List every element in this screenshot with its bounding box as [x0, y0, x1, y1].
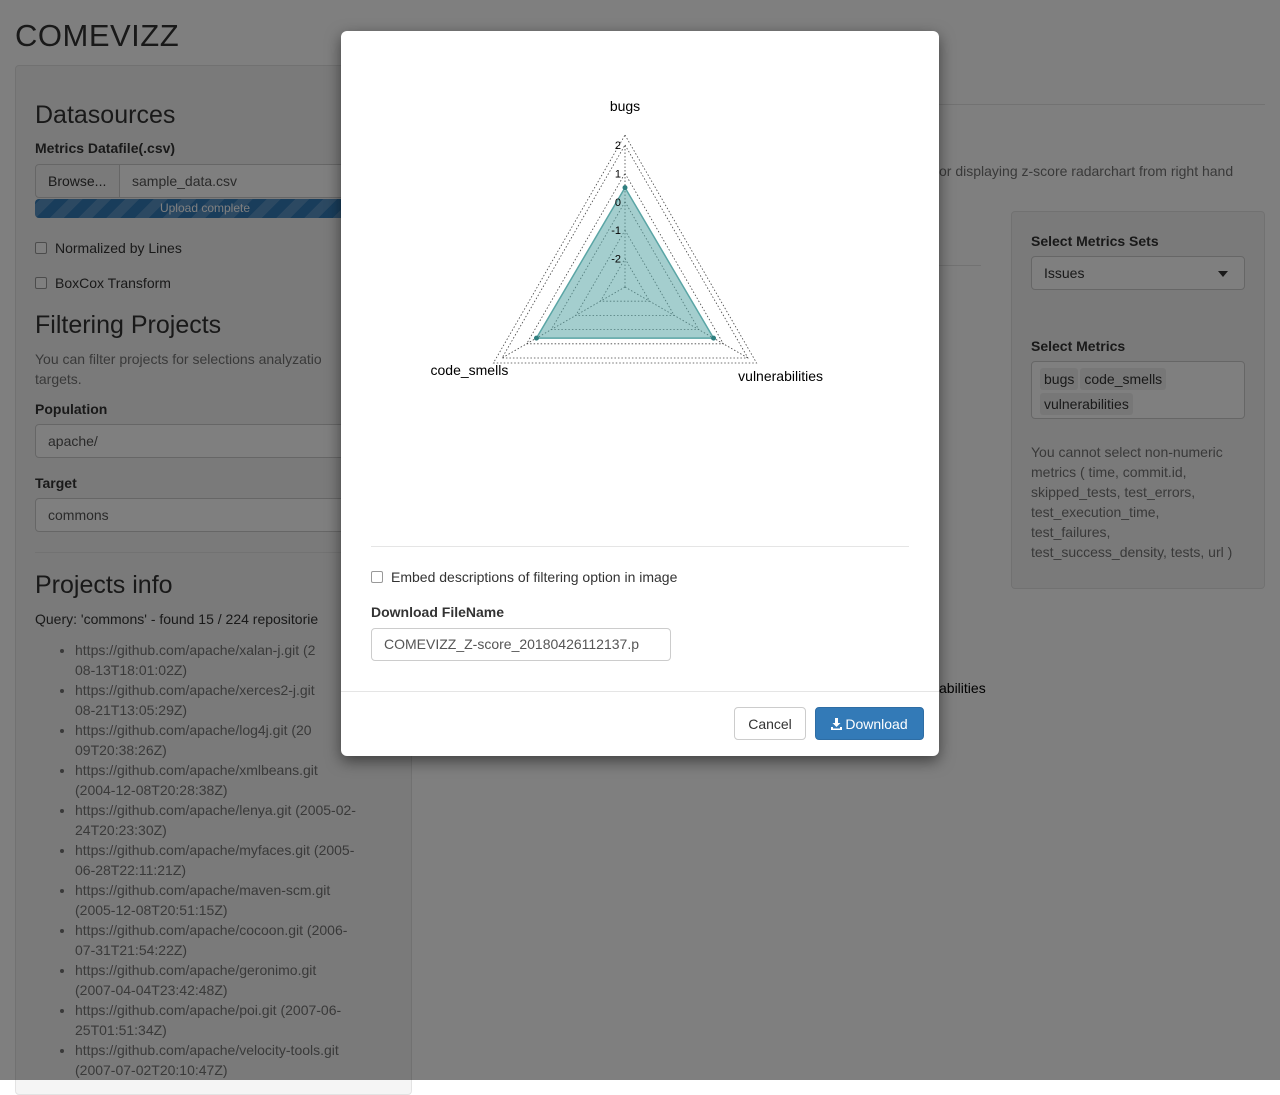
radar-axis-label: bugs — [610, 98, 640, 114]
modal-footer-divider — [341, 691, 939, 692]
embed-label: Embed descriptions of filtering option i… — [391, 569, 678, 585]
radar-tick-label: 2 — [615, 140, 621, 152]
filename-label: Download FileName — [371, 604, 505, 620]
radar-axis-label: code_smells — [431, 362, 509, 378]
download-label: Download — [845, 716, 908, 732]
download-icon — [831, 718, 843, 730]
radar-tick-label: 1 — [615, 168, 621, 180]
radar-tick-label: -1 — [611, 225, 621, 237]
download-button[interactable]: Download — [815, 707, 924, 740]
download-modal: 2 1 0 -1 -2 bugs vulnerabilities code_smells Em… — [341, 31, 939, 756]
radar-axis-label: vulnerabilities — [738, 368, 823, 384]
radar-data-point — [622, 185, 628, 191]
embed-checkbox[interactable] — [371, 571, 383, 583]
radar-tick-label: -2 — [611, 254, 621, 266]
modal-divider — [371, 546, 909, 547]
radar-chart: 2 1 0 -1 -2 bugs vulnerabilities code_smells — [431, 98, 823, 384]
radar-tick-label: 0 — [615, 197, 621, 209]
radar-series-area — [535, 186, 715, 339]
filename-input[interactable]: COMEVIZZ_Z-score_20180426112137.p — [371, 628, 671, 661]
radar-data-point — [533, 335, 539, 341]
radar-data-point — [711, 335, 717, 341]
cancel-button[interactable]: Cancel — [734, 707, 806, 740]
